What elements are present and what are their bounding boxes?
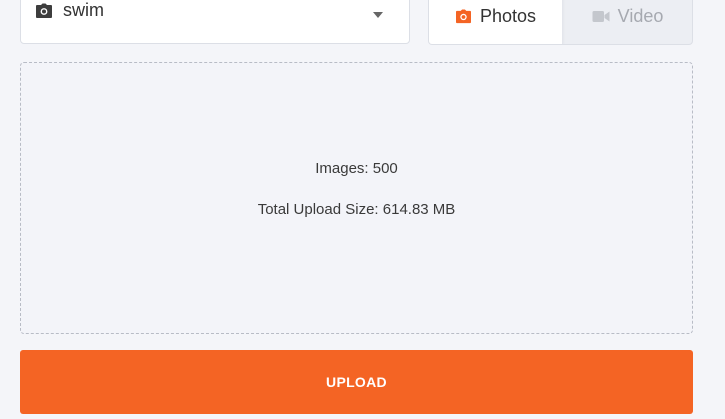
tab-video-label: Video xyxy=(617,6,664,26)
upload-button[interactable]: UPLOAD xyxy=(20,350,693,414)
media-type-toggle: Photos Video xyxy=(428,0,693,45)
album-select[interactable]: swim xyxy=(20,0,410,44)
camera-icon xyxy=(35,3,53,19)
album-select-value: swim xyxy=(63,0,104,20)
video-camera-icon xyxy=(592,11,610,22)
chevron-down-icon[interactable] xyxy=(373,12,383,18)
tab-photos-label: Photos xyxy=(479,6,537,26)
total-upload-size: Total Upload Size: 614.83 MB xyxy=(257,201,456,218)
camera-icon xyxy=(455,9,471,24)
images-count: Images: 500 xyxy=(315,160,398,177)
tab-photos[interactable]: Photos xyxy=(429,0,563,44)
upload-dropzone[interactable]: Images: 500 Total Upload Size: 614.83 MB xyxy=(20,62,693,334)
tab-video[interactable]: Video xyxy=(562,0,692,44)
